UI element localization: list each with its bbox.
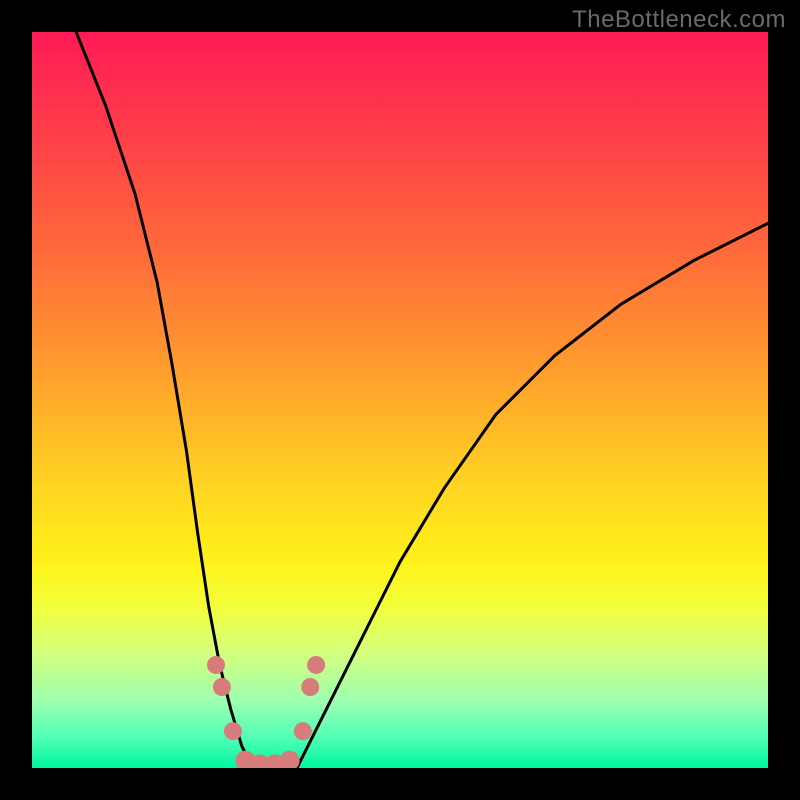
marker-point [294,722,312,740]
chart-frame: TheBottleneck.com [0,0,800,800]
marker-point [307,656,325,674]
marker-point [224,722,242,740]
marker-point [213,678,231,696]
plot-svg [32,32,768,768]
curve-left-branch [76,32,253,768]
marker-point [301,678,319,696]
marker-point [207,656,225,674]
marker-point [280,751,300,768]
attribution-text: TheBottleneck.com [572,6,786,34]
curve-right-branch [297,223,768,768]
plot-area [32,32,768,768]
